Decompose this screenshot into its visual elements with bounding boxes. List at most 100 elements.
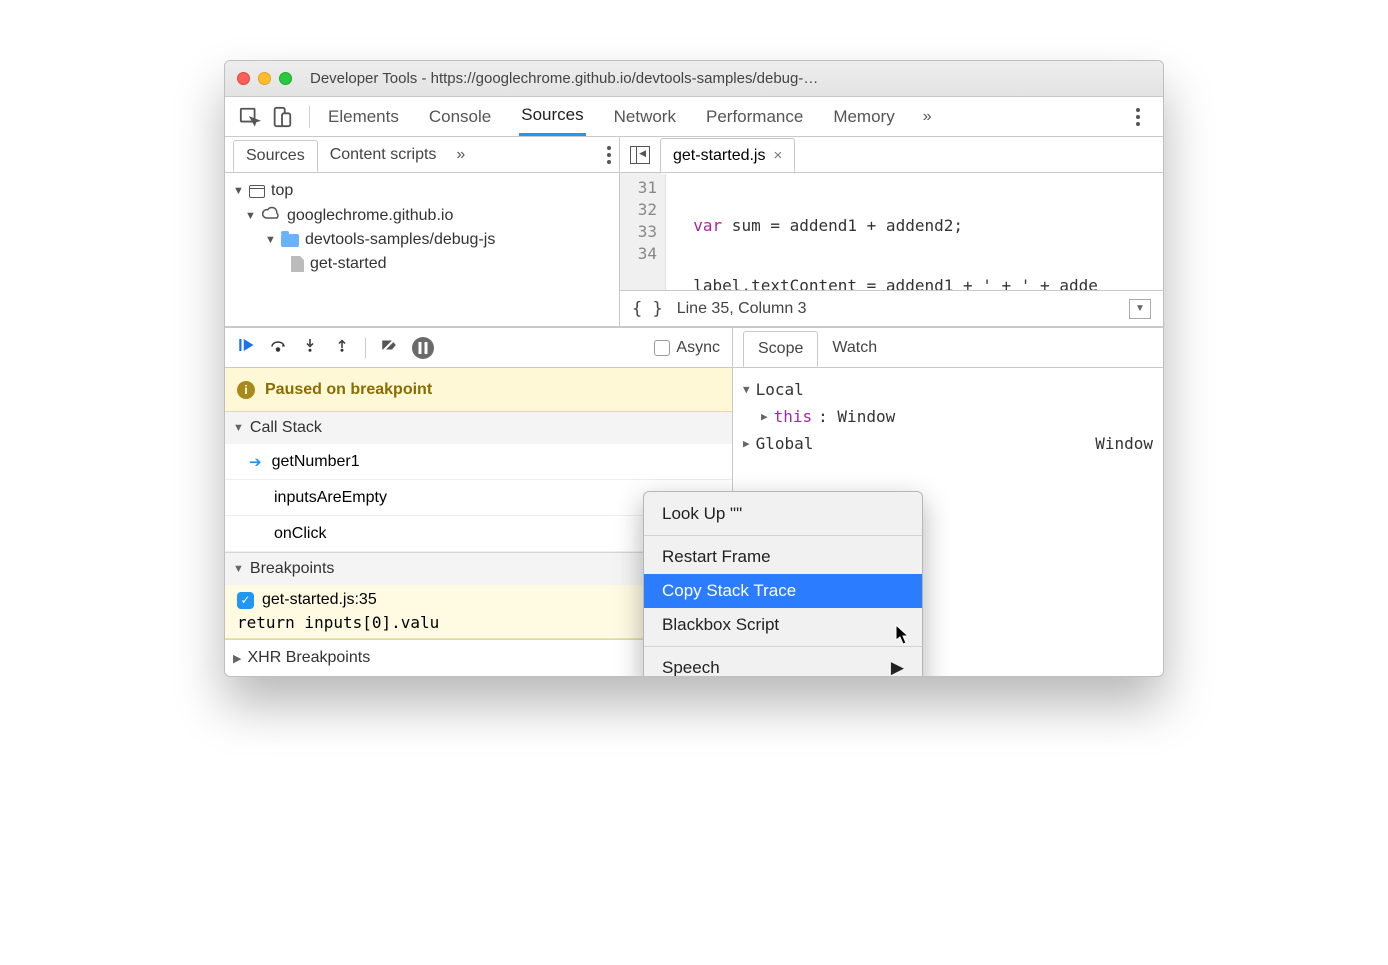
tab-scope[interactable]: Scope bbox=[743, 331, 818, 367]
submenu-arrow-icon: ▶ bbox=[891, 658, 904, 677]
tab-network[interactable]: Network bbox=[612, 99, 678, 135]
tree-item-file[interactable]: get-started bbox=[233, 252, 611, 276]
scope-global[interactable]: ▶ Global Window bbox=[743, 430, 1153, 457]
disclosure-triangle-icon: ▶ bbox=[761, 410, 768, 423]
main-tabs: Elements Console Sources Network Perform… bbox=[326, 97, 1109, 136]
menu-divider bbox=[644, 646, 922, 647]
navigator-overflow-icon[interactable]: » bbox=[456, 146, 465, 164]
frame-icon bbox=[249, 185, 265, 198]
menu-item-copy-stack-trace[interactable]: Copy Stack Trace bbox=[644, 574, 922, 608]
scope-tabs: Scope Watch bbox=[733, 328, 1163, 368]
menu-item-restart-frame[interactable]: Restart Frame bbox=[644, 540, 922, 574]
disclosure-triangle-icon: ▶ bbox=[743, 437, 750, 450]
tab-sources[interactable]: Sources bbox=[519, 97, 585, 136]
tree-item-top[interactable]: ▼ top bbox=[233, 179, 611, 203]
titlebar: Developer Tools - https://googlechrome.g… bbox=[225, 61, 1163, 97]
scope-local[interactable]: ▼ Local bbox=[743, 376, 1153, 403]
async-label: Async bbox=[676, 339, 720, 357]
file-tree: ▼ top ▼ googlechrome.github.io ▼ devtool… bbox=[225, 173, 619, 282]
tab-performance[interactable]: Performance bbox=[704, 99, 805, 135]
minimize-window-button[interactable] bbox=[258, 72, 271, 85]
menu-item-speech[interactable]: Speech ▶ bbox=[644, 651, 922, 677]
pretty-print-icon[interactable]: { } bbox=[632, 299, 663, 319]
window-title: Developer Tools - https://googlechrome.g… bbox=[310, 70, 818, 87]
disclosure-triangle-icon: ▼ bbox=[233, 422, 244, 434]
pause-on-exceptions-icon[interactable] bbox=[412, 337, 434, 359]
traffic-lights bbox=[237, 72, 292, 85]
paused-banner: i Paused on breakpoint bbox=[225, 368, 732, 412]
checkbox-checked-icon[interactable]: ✓ bbox=[237, 592, 254, 609]
toggle-navigator-icon[interactable] bbox=[630, 146, 650, 164]
close-tab-icon[interactable]: × bbox=[773, 147, 782, 164]
file-icon bbox=[291, 256, 304, 272]
tab-memory[interactable]: Memory bbox=[831, 99, 896, 135]
settings-kebab-icon[interactable] bbox=[1127, 108, 1149, 126]
tree-label: top bbox=[271, 182, 293, 200]
section-title: XHR Breakpoints bbox=[247, 649, 370, 667]
close-window-button[interactable] bbox=[237, 72, 250, 85]
variable-name: this bbox=[774, 407, 813, 426]
context-menu: Look Up "" Restart Frame Copy Stack Trac… bbox=[643, 491, 923, 677]
menu-item-blackbox-script[interactable]: Blackbox Script bbox=[644, 608, 922, 642]
tree-item-domain[interactable]: ▼ googlechrome.github.io bbox=[233, 203, 611, 228]
step-out-icon[interactable] bbox=[333, 336, 351, 359]
checkbox[interactable] bbox=[654, 340, 670, 356]
menu-item-lookup[interactable]: Look Up "" bbox=[644, 497, 922, 531]
main-toolbar: Elements Console Sources Network Perform… bbox=[225, 97, 1163, 137]
cloud-icon bbox=[261, 206, 281, 225]
code-token: label.textContent = addend1 + ' + ' + ad… bbox=[693, 276, 1098, 290]
tab-watch[interactable]: Watch bbox=[818, 331, 891, 365]
file-tab-bar: get-started.js × bbox=[620, 137, 1163, 173]
tab-elements[interactable]: Elements bbox=[326, 99, 401, 135]
call-stack-frame[interactable]: ➔ getNumber1 bbox=[225, 444, 732, 480]
section-title: Breakpoints bbox=[250, 560, 335, 578]
inspect-element-icon[interactable] bbox=[239, 106, 261, 128]
line-number: 31 bbox=[628, 177, 657, 199]
paused-text: Paused on breakpoint bbox=[265, 381, 432, 399]
file-tab-label: get-started.js bbox=[673, 147, 765, 165]
navigator-kebab-icon[interactable] bbox=[607, 146, 611, 164]
history-dropdown-icon[interactable]: ▼ bbox=[1129, 299, 1151, 319]
navigator-tab-sources[interactable]: Sources bbox=[233, 140, 318, 172]
disclosure-triangle-icon: ▼ bbox=[743, 383, 750, 396]
frame-name: getNumber1 bbox=[272, 453, 360, 471]
tree-item-folder[interactable]: ▼ devtools-samples/debug-js bbox=[233, 228, 611, 252]
code-token: var bbox=[693, 216, 722, 235]
resume-button-icon[interactable] bbox=[237, 336, 255, 359]
tab-console[interactable]: Console bbox=[427, 99, 493, 135]
editor-statusbar: { } Line 35, Column 3 ▼ bbox=[620, 290, 1163, 326]
variable-value: Window bbox=[1095, 434, 1153, 453]
step-over-icon[interactable] bbox=[269, 336, 287, 359]
navigator-tabs: Sources Content scripts » bbox=[225, 137, 619, 173]
debugger-controls: Async bbox=[225, 328, 732, 368]
navigator-pane: Sources Content scripts » ▼ top ▼ google… bbox=[225, 137, 620, 326]
code-editor[interactable]: 31 32 33 34 var sum = addend1 + addend2;… bbox=[620, 173, 1163, 290]
file-tab[interactable]: get-started.js × bbox=[660, 138, 795, 174]
tabs-overflow-icon[interactable]: » bbox=[923, 108, 932, 126]
scope-body: ▼ Local ▶ this: Window ▶ Global Window bbox=[733, 368, 1163, 465]
mouse-cursor-icon bbox=[895, 624, 911, 646]
scope-this[interactable]: ▶ this: Window bbox=[743, 403, 1153, 430]
menu-divider bbox=[644, 535, 922, 536]
async-toggle[interactable]: Async bbox=[654, 339, 720, 357]
editor-pane: get-started.js × 31 32 33 34 var sum = a… bbox=[620, 137, 1163, 326]
section-title: Call Stack bbox=[250, 419, 322, 437]
line-number: 33 bbox=[628, 221, 657, 243]
call-stack-header[interactable]: ▼ Call Stack bbox=[225, 412, 732, 444]
line-number: 34 bbox=[628, 243, 657, 265]
zoom-window-button[interactable] bbox=[279, 72, 292, 85]
toolbar-separator bbox=[309, 106, 310, 128]
line-gutter: 31 32 33 34 bbox=[620, 173, 666, 290]
breakpoint-label: get-started.js:35 bbox=[262, 591, 377, 609]
tree-label: devtools-samples/debug-js bbox=[305, 231, 495, 249]
step-into-icon[interactable] bbox=[301, 336, 319, 359]
frame-name: inputsAreEmpty bbox=[274, 489, 387, 507]
device-toggle-icon[interactable] bbox=[271, 106, 293, 128]
disclosure-triangle-icon: ▶ bbox=[233, 652, 241, 665]
separator bbox=[365, 338, 366, 358]
deactivate-breakpoints-icon[interactable] bbox=[380, 336, 398, 359]
info-icon: i bbox=[237, 381, 255, 399]
navigator-tab-content-scripts[interactable]: Content scripts bbox=[318, 140, 449, 170]
tree-label: googlechrome.github.io bbox=[287, 207, 453, 225]
line-number: 32 bbox=[628, 199, 657, 221]
